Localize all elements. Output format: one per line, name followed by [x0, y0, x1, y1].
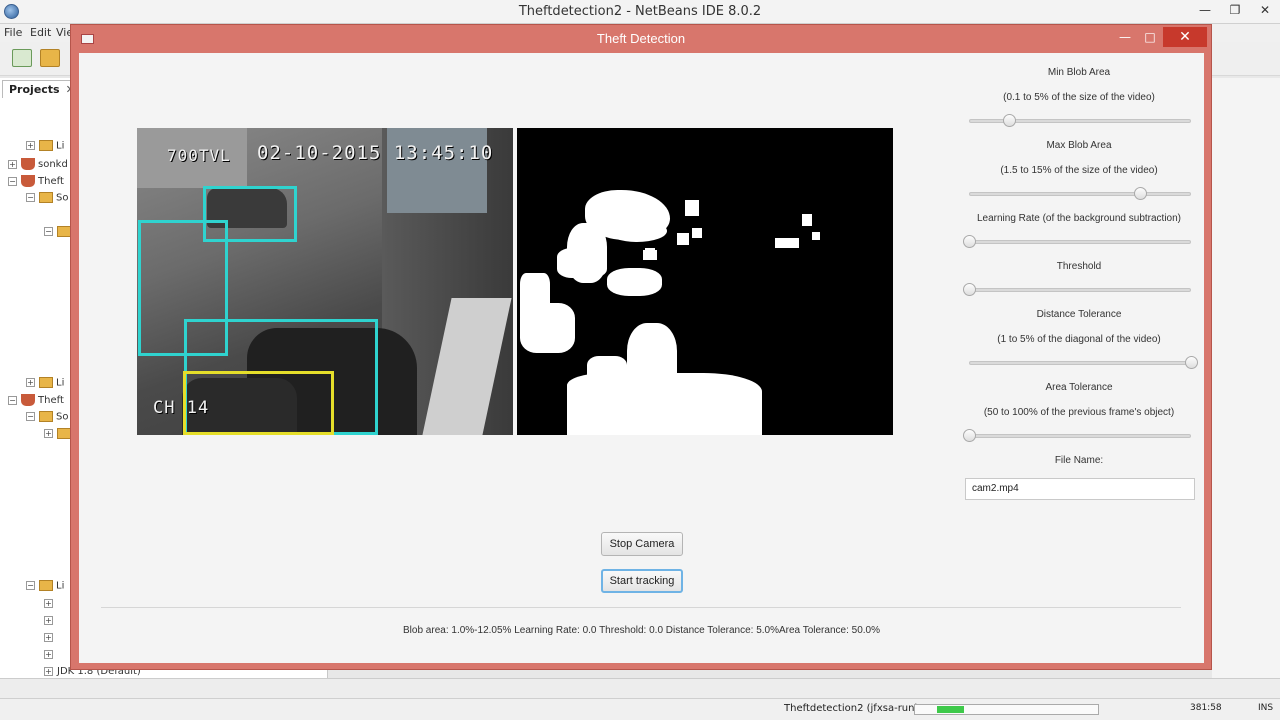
- distance-tolerance-label: Distance Tolerance: [1036, 309, 1122, 320]
- file-name-input[interactable]: cam2.mp4: [965, 478, 1195, 500]
- open-project-icon[interactable]: [40, 49, 60, 67]
- minimize-button[interactable]: —: [1113, 27, 1137, 47]
- run-progress-fill: [937, 706, 965, 713]
- threshold-slider[interactable]: [963, 283, 1191, 297]
- ide-maximize-icon[interactable]: ❐: [1220, 0, 1250, 22]
- tracking-box-alert: [183, 371, 334, 435]
- new-project-icon[interactable]: [12, 49, 32, 67]
- menu-edit[interactable]: Edit: [30, 26, 51, 39]
- stop-camera-button[interactable]: Stop Camera: [601, 532, 683, 556]
- min-blob-area-label: Min Blob Area: [1047, 67, 1111, 78]
- caret-position: 381:58: [1190, 703, 1222, 713]
- tree-node[interactable]: + sonkd: [8, 158, 68, 174]
- tree-node[interactable]: − So: [26, 192, 68, 208]
- insert-mode: INS: [1258, 703, 1274, 713]
- run-progress-bar: [914, 704, 1099, 715]
- status-divider: [101, 607, 1181, 608]
- area-tolerance-label: Area Tolerance: [1045, 382, 1113, 393]
- tree-node[interactable]: + Li: [26, 140, 64, 156]
- max-blob-area-label: Max Blob Area: [1046, 140, 1112, 151]
- slider-track: [969, 240, 1191, 244]
- theft-detection-window: Theft Detection — □ ✕ 700TVL 02-10-2015 …: [70, 24, 1212, 670]
- window-title-bar[interactable]: Theft Detection — □ ✕: [71, 25, 1211, 53]
- distance-tolerance-slider[interactable]: [969, 356, 1198, 370]
- min-blob-area-slider[interactable]: [969, 114, 1191, 128]
- ide-close-icon[interactable]: ✕: [1250, 0, 1280, 22]
- tree-node[interactable]: − Theft: [8, 394, 64, 410]
- window-client-area: 700TVL 02-10-2015 13:45:10 CH 14 Stop Ca…: [79, 53, 1204, 663]
- window-title: Theft Detection: [596, 31, 686, 46]
- slider-thumb[interactable]: [1002, 114, 1016, 127]
- slider-track: [969, 192, 1191, 196]
- menu-file[interactable]: File: [4, 26, 22, 39]
- tree-node[interactable]: − Theft: [8, 175, 64, 191]
- slider-thumb[interactable]: [963, 429, 976, 442]
- ide-title-bar: Theftdetection2 - NetBeans IDE 8.0.2 — ❐…: [0, 0, 1280, 24]
- file-name-label: File Name:: [1054, 455, 1104, 466]
- area-tolerance-slider[interactable]: [963, 429, 1191, 443]
- tree-node[interactable]: − Li: [26, 580, 64, 596]
- slider-track: [969, 434, 1191, 438]
- max-blob-area-slider[interactable]: [969, 187, 1191, 201]
- min-blob-area-hint: (0.1 to 5% of the size of the video): [1003, 92, 1155, 103]
- ide-minimize-icon[interactable]: —: [1190, 0, 1220, 22]
- camera-feed: 700TVL 02-10-2015 13:45:10 CH 14: [137, 128, 513, 435]
- ide-status-bar: Theftdetection2 (jfxsa-run) 381:58 INS: [0, 698, 1280, 720]
- run-task-label: Theftdetection2 (jfxsa-run): [784, 703, 919, 714]
- slider-thumb[interactable]: [963, 235, 976, 248]
- editor-right-strip: [1212, 78, 1280, 698]
- ide-window-title: Theftdetection2 - NetBeans IDE 8.0.2: [518, 4, 762, 19]
- foreground-mask-view: [517, 128, 893, 435]
- tree-node[interactable]: +: [44, 632, 57, 648]
- slider-track: [969, 361, 1191, 365]
- max-blob-area-hint: (1.5 to 15% of the size of the video): [1000, 165, 1158, 176]
- tree-node[interactable]: +: [44, 598, 57, 614]
- start-tracking-button[interactable]: Start tracking: [601, 569, 683, 593]
- learning-rate-label: Learning Rate (of the background subtrac…: [976, 213, 1181, 224]
- slider-thumb[interactable]: [1185, 356, 1198, 369]
- close-button[interactable]: ✕: [1163, 27, 1207, 47]
- tree-node[interactable]: − So: [26, 411, 68, 427]
- osd-timestamp: 02-10-2015 13:45:10: [257, 142, 494, 164]
- osd-camera-id: 700TVL: [167, 146, 231, 165]
- slider-track: [969, 288, 1191, 292]
- distance-tolerance-hint: (1 to 5% of the diagonal of the video): [997, 334, 1161, 345]
- slider-thumb[interactable]: [963, 283, 976, 296]
- tree-node[interactable]: +: [44, 615, 57, 631]
- projects-tab-label: Projects: [9, 83, 60, 96]
- status-summary: Blob area: 1.0%-12.05% Learning Rate: 0.…: [403, 625, 880, 636]
- tree-node[interactable]: + Li: [26, 377, 64, 393]
- threshold-label: Threshold: [1056, 261, 1102, 272]
- horizontal-scrollbar[interactable]: [0, 678, 1280, 698]
- ide-window-controls: — ❐ ✕: [1190, 0, 1280, 22]
- learning-rate-slider[interactable]: [963, 235, 1191, 249]
- slider-thumb[interactable]: [1133, 187, 1147, 200]
- tree-node[interactable]: +: [44, 649, 57, 665]
- maximize-button[interactable]: □: [1138, 27, 1162, 47]
- area-tolerance-hint: (50 to 100% of the previous frame's obje…: [983, 407, 1175, 418]
